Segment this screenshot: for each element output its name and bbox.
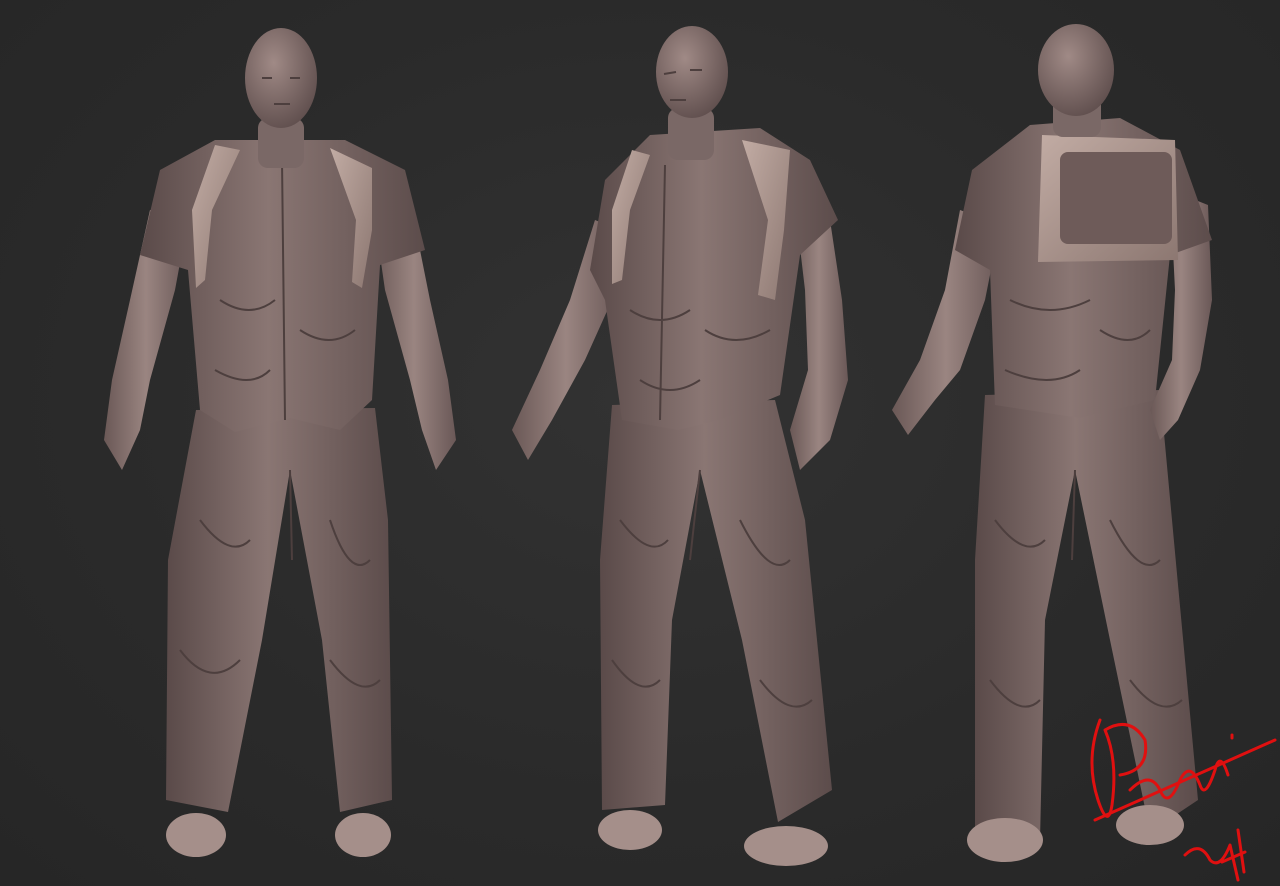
threeq-head xyxy=(656,26,728,118)
front-head xyxy=(245,28,317,128)
render-viewport xyxy=(0,0,1280,886)
back-shoe-left xyxy=(967,818,1043,862)
back-head xyxy=(1038,24,1114,116)
sculpt-render xyxy=(104,24,1277,882)
threeq-shoe-right xyxy=(744,826,828,866)
back-harness-panel xyxy=(1060,152,1172,244)
back-trousers xyxy=(975,390,1198,840)
front-shoe-right xyxy=(335,813,391,857)
back-shoe-right xyxy=(1116,805,1184,845)
threeq-trousers xyxy=(600,400,832,822)
figure-three-quarter-view xyxy=(512,26,848,866)
front-trousers xyxy=(166,408,392,812)
figure-back-view xyxy=(892,24,1212,862)
front-shoe-left xyxy=(166,813,226,857)
figure-front-view xyxy=(104,28,456,857)
threeq-shoe-left xyxy=(598,810,662,850)
